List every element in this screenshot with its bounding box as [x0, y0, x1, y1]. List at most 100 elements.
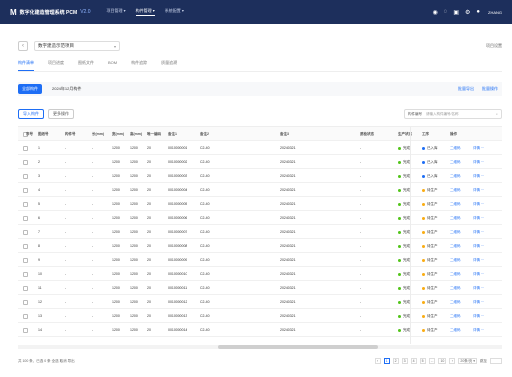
- help-icon[interactable]: ◌: [444, 9, 448, 15]
- qrcode-link[interactable]: 二维码: [450, 183, 461, 197]
- tab-item[interactable]: 图纸文件: [78, 60, 94, 71]
- qrcode-link[interactable]: 二维码: [450, 239, 461, 253]
- batch-operation-button[interactable]: 批量操作: [482, 86, 498, 92]
- qrcode-link[interactable]: 二维码: [450, 295, 461, 309]
- qrcode-link[interactable]: 二维码: [450, 267, 461, 281]
- qrcode-link[interactable]: 二维码: [450, 141, 461, 155]
- table-cell: 完成: [398, 323, 410, 337]
- qrcode-link[interactable]: 二维码: [450, 253, 461, 267]
- row-checkbox[interactable]: [23, 187, 28, 193]
- status-dot: [422, 146, 425, 150]
- user-name[interactable]: ZHANG: [488, 10, 502, 15]
- page-number[interactable]: 3: [401, 358, 408, 364]
- row-checkbox[interactable]: [23, 257, 28, 263]
- table-cell: 待生产: [422, 323, 438, 337]
- chip-all-components[interactable]: 全部构件: [18, 84, 42, 94]
- table-cell: 20: [147, 286, 151, 290]
- table-cell: -: [65, 328, 67, 332]
- project-selector[interactable]: 数字建造示范项目 ▾: [34, 41, 120, 51]
- page-number[interactable]: 4: [410, 358, 417, 364]
- page-number[interactable]: 5: [419, 358, 426, 364]
- notification-icon[interactable]: ◉: [432, 9, 437, 16]
- detail-link[interactable]: 详情 ···: [473, 141, 484, 155]
- table-cell: -: [65, 300, 67, 304]
- chip-month-components[interactable]: 2024年12月构件: [48, 84, 85, 94]
- import-button[interactable]: 导入构件: [18, 109, 44, 119]
- qrcode-link[interactable]: 二维码: [450, 197, 461, 211]
- row-checkbox[interactable]: [23, 215, 28, 221]
- detail-link[interactable]: 详情 ···: [473, 309, 484, 323]
- more-actions-button[interactable]: 更多操作: [48, 109, 74, 119]
- topnav-item[interactable]: 构件管理 ▾: [135, 8, 155, 16]
- qrcode-link[interactable]: 二维码: [450, 281, 461, 295]
- detail-link[interactable]: 详情 ···: [473, 183, 484, 197]
- row-checkbox[interactable]: [23, 173, 28, 179]
- page-number[interactable]: 10: [438, 358, 447, 364]
- app-logo[interactable]: M 数字化建造管理系统 PCM V2.0: [10, 8, 90, 17]
- tab-item[interactable]: 质量追溯: [161, 60, 177, 71]
- table-cell: C2-40: [200, 174, 210, 178]
- tab-item[interactable]: BOM: [108, 60, 117, 71]
- table-cell: 0010000003: [168, 174, 188, 178]
- detail-link[interactable]: 详情 ···: [473, 169, 484, 183]
- row-checkbox[interactable]: [23, 327, 28, 333]
- qrcode-link[interactable]: 二维码: [450, 323, 461, 337]
- detail-link[interactable]: 详情 ···: [473, 211, 484, 225]
- search-type-select[interactable]: 构件编号: [408, 112, 422, 117]
- table-cell: 20240321: [280, 314, 296, 318]
- tab-item[interactable]: 构件清单: [18, 60, 34, 71]
- goto-page-input[interactable]: [490, 358, 502, 364]
- row-checkbox[interactable]: [23, 201, 28, 207]
- table-toolbar: 导入构件 更多操作 构件编号 请输入构件编号/名称 ⌕: [18, 108, 502, 120]
- row-checkbox[interactable]: [23, 229, 28, 235]
- table-row: 13 - - 1200 1200 20 0010000013 C2-40 20240321 - 完成…: [18, 309, 502, 323]
- settings-icon[interactable]: ⚙: [465, 9, 470, 16]
- page-number[interactable]: 2: [392, 358, 399, 364]
- qrcode-link[interactable]: 二维码: [450, 155, 461, 169]
- row-checkbox[interactable]: [23, 285, 28, 291]
- search-input[interactable]: 构件编号 请输入构件编号/名称 ⌕: [404, 109, 502, 119]
- qrcode-link[interactable]: 二维码: [450, 211, 461, 225]
- page-size-select[interactable]: 20条/页 ▾: [458, 358, 477, 364]
- page-number[interactable]: ...: [428, 358, 436, 364]
- row-checkbox[interactable]: [23, 243, 28, 249]
- row-checkbox[interactable]: [23, 159, 28, 165]
- row-checkbox[interactable]: [23, 299, 28, 305]
- row-checkbox[interactable]: [23, 271, 28, 277]
- qrcode-link[interactable]: 二维码: [450, 169, 461, 183]
- detail-link[interactable]: 详情 ···: [473, 281, 484, 295]
- back-button[interactable]: ‹: [18, 41, 28, 51]
- detail-link[interactable]: 详情 ···: [473, 155, 484, 169]
- tab-item[interactable]: 构件追踪: [131, 60, 147, 71]
- row-checkbox[interactable]: [23, 313, 28, 319]
- detail-link[interactable]: 详情 ···: [473, 239, 484, 253]
- row-checkbox[interactable]: [23, 145, 28, 151]
- tab-item[interactable]: 项目进度: [48, 60, 64, 71]
- table-cell: 0010000012: [168, 300, 188, 304]
- detail-link[interactable]: 详情 ···: [473, 267, 484, 281]
- detail-link[interactable]: 详情 ···: [473, 253, 484, 267]
- detail-link[interactable]: 详情 ···: [473, 323, 484, 337]
- table-cell: 1200: [130, 230, 138, 234]
- batch-export-button[interactable]: 批量导出: [458, 86, 474, 92]
- scrollbar-thumb[interactable]: [218, 345, 378, 349]
- project-settings-link[interactable]: 项目设置: [486, 43, 502, 49]
- table-header-row: 序号 图纸号 构件号 长(mm) 宽(mm) 高(mm) 唯一编码 备注1 备注2 备注3 质检状态…: [18, 127, 502, 141]
- detail-link[interactable]: 详情 ···: [473, 225, 484, 239]
- qrcode-link[interactable]: 二维码: [450, 309, 461, 323]
- table-cell: 1200: [112, 300, 120, 304]
- next-page-button[interactable]: ›: [449, 358, 456, 364]
- horizontal-scrollbar[interactable]: [18, 345, 502, 349]
- page-number[interactable]: 1: [383, 358, 390, 364]
- message-icon[interactable]: ▣: [453, 9, 459, 16]
- search-icon[interactable]: ⌕: [496, 112, 498, 116]
- qrcode-link[interactable]: 二维码: [450, 225, 461, 239]
- table-cell: -: [360, 286, 362, 290]
- avatar-icon[interactable]: ●: [476, 9, 480, 15]
- prev-page-button[interactable]: ‹: [374, 358, 381, 364]
- topnav-item[interactable]: 项目管理 ▾: [106, 8, 125, 16]
- detail-link[interactable]: 详情 ···: [473, 197, 484, 211]
- table-cell: -: [92, 216, 94, 220]
- topnav-item[interactable]: 系统配置 ▾: [165, 8, 184, 16]
- detail-link[interactable]: 详情 ···: [473, 295, 484, 309]
